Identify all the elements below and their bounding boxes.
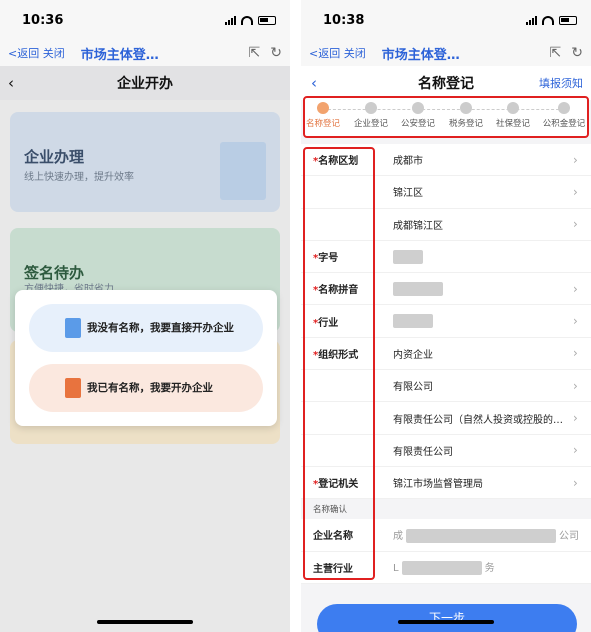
status-bar: 10:38	[301, 0, 591, 40]
refresh-icon[interactable]: ↻	[571, 45, 583, 61]
step-enterprise-registration[interactable]: 企业登记	[347, 102, 395, 129]
region-full-value: 成都锦江区	[393, 220, 443, 232]
home-indicator	[398, 620, 494, 624]
step-housing-fund-registration[interactable]: 公积金登记	[537, 102, 591, 129]
authority-value: 锦江市场监督管理局	[393, 479, 483, 491]
start-business-popup: 我没有名称，我要直接开办企业 我已有名称，我要开办企业	[15, 290, 277, 426]
org-value: 有限责任公司（自然人投资或控股的…	[393, 414, 563, 426]
close-link[interactable]: 关闭	[344, 47, 366, 60]
redacted-value	[393, 249, 423, 264]
status-time: 10:38	[323, 12, 365, 28]
page-title: 企业开办	[117, 76, 173, 92]
left-phone-screen: 10:36 <返回 关闭 市场主体登… ⇱ ↻ ‹ 企业开办 企业办理 线上快速办…	[0, 0, 290, 632]
step-tax-registration[interactable]: 税务登记	[442, 102, 490, 129]
redacted-value	[406, 528, 556, 543]
back-chevron-icon[interactable]: ‹	[8, 74, 14, 92]
building-icon	[220, 142, 266, 200]
share-icon[interactable]: ⇱	[550, 45, 562, 61]
status-icons	[526, 15, 577, 25]
chevron-right-icon: ›	[573, 184, 578, 199]
chevron-right-icon: ›	[573, 314, 578, 329]
chevron-right-icon: ›	[573, 281, 578, 296]
document-icon	[65, 378, 81, 398]
step-police-registration[interactable]: 公安登记	[394, 102, 442, 129]
label-highlight-box	[303, 147, 375, 580]
option-no-name-button[interactable]: 我没有名称，我要直接开办企业	[29, 304, 263, 352]
chevron-right-icon: ›	[573, 475, 578, 490]
org-value: 有限责任公司	[393, 446, 453, 458]
right-phone-screen: 10:38 <返回 关闭 市场主体登… ⇱ ↻ ‹ 名称登记 填报须知 名称登记 …	[301, 0, 591, 632]
browser-nav: <返回 关闭 市场主体登… ⇱ ↻	[0, 40, 290, 66]
chevron-right-icon: ›	[573, 411, 578, 426]
nav-title: 市场主体登…	[80, 47, 159, 63]
browser-nav: <返回 关闭 市场主体登… ⇱ ↻	[301, 40, 591, 66]
filing-guide-link[interactable]: 填报须知	[539, 75, 583, 91]
back-chevron-icon[interactable]: ‹	[311, 74, 317, 92]
status-icons	[225, 15, 276, 25]
step-check-icon	[460, 102, 472, 114]
step-check-icon	[365, 102, 377, 114]
page-header: ‹ 企业开办	[0, 66, 290, 100]
chevron-right-icon: ›	[573, 346, 578, 361]
chevron-right-icon: ›	[573, 217, 578, 232]
redacted-value	[393, 281, 443, 296]
nav-title: 市场主体登…	[381, 47, 460, 63]
signal-icon	[225, 15, 236, 25]
document-icon	[65, 318, 81, 338]
card-subtitle: 线上快速办理，提升效率	[24, 172, 134, 183]
step-check-icon	[317, 102, 329, 114]
card-title: 企业办理	[24, 148, 85, 166]
org-value: 内资企业	[393, 349, 433, 361]
home-indicator	[97, 620, 193, 624]
next-button[interactable]: 下一步	[317, 604, 577, 632]
chevron-right-icon: ›	[573, 378, 578, 393]
back-link[interactable]: <返回 关闭	[8, 45, 65, 61]
signal-icon	[526, 15, 537, 25]
status-time: 10:36	[22, 12, 64, 28]
wifi-icon	[542, 15, 554, 25]
chevron-right-icon: ›	[573, 443, 578, 458]
region-district-value: 锦江区	[393, 188, 423, 200]
option-has-name-button[interactable]: 我已有名称，我要开办企业	[29, 364, 263, 412]
step-check-icon	[412, 102, 424, 114]
refresh-icon[interactable]: ↻	[270, 45, 282, 61]
battery-icon	[258, 15, 276, 25]
region-city-value: 成都市	[393, 156, 423, 168]
status-bar: 10:36	[0, 0, 290, 40]
step-check-icon	[507, 102, 519, 114]
step-check-icon	[558, 102, 570, 114]
registration-steps: 名称登记 企业登记 公安登记 税务登记 社保登记 公积金登记	[303, 96, 589, 138]
battery-icon	[559, 15, 577, 25]
redacted-value	[401, 561, 482, 576]
back-link[interactable]: <返回 关闭	[309, 45, 366, 61]
share-icon[interactable]: ⇱	[249, 45, 261, 61]
org-value: 有限公司	[393, 382, 433, 394]
redacted-value	[393, 314, 433, 329]
close-link[interactable]: 关闭	[43, 47, 65, 60]
page-title: 名称登记	[418, 76, 474, 92]
card-enterprise-handling[interactable]: 企业办理 线上快速办理，提升效率	[10, 112, 280, 212]
step-name-registration[interactable]: 名称登记	[301, 102, 347, 129]
step-social-security-registration[interactable]: 社保登记	[489, 102, 537, 129]
page-header: ‹ 名称登记 填报须知	[301, 66, 591, 100]
screenshot-root: 10:36 <返回 关闭 市场主体登… ⇱ ↻ ‹ 企业开办 企业办理 线上快速办…	[0, 0, 591, 632]
chevron-right-icon: ›	[573, 152, 578, 167]
wifi-icon	[241, 15, 253, 25]
